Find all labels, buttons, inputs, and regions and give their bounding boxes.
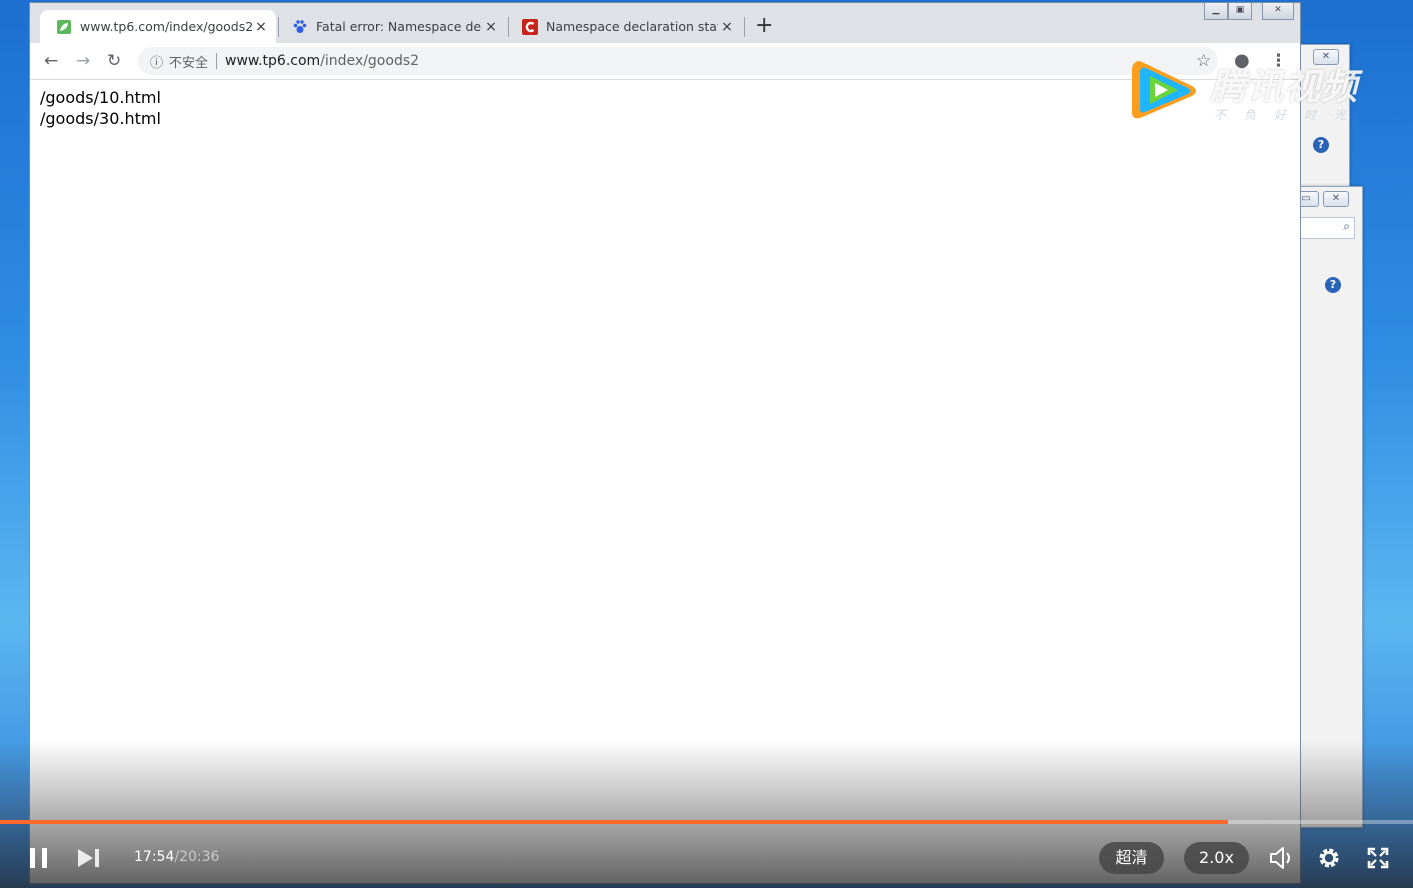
- slogan-text: 不负好时光: [1214, 108, 1365, 122]
- security-label: 不安全: [169, 55, 209, 71]
- current-time: 17:54: [134, 849, 175, 865]
- tab-namespace[interactable]: Namespace declaration statem ×: [506, 10, 742, 43]
- new-tab-button[interactable]: +: [755, 13, 773, 39]
- close-icon[interactable]: ✕: [1323, 191, 1349, 207]
- text-line: /goods/30.html: [40, 109, 161, 128]
- duration: /20:36: [174, 849, 220, 865]
- close-icon[interactable]: ×: [482, 19, 500, 35]
- close-window-button[interactable]: ✕: [1262, 3, 1294, 20]
- fullscreen-icon[interactable]: [1366, 846, 1390, 870]
- help-icon[interactable]: ?: [1325, 277, 1341, 293]
- forward-icon[interactable]: →: [76, 51, 90, 71]
- volume-icon[interactable]: [1268, 845, 1296, 871]
- pause-icon[interactable]: [28, 846, 50, 870]
- close-icon[interactable]: ×: [252, 19, 270, 35]
- tab-fatal-error[interactable]: Fatal error: Namespace declara ×: [276, 10, 506, 43]
- maximize-button[interactable]: ▣: [1228, 3, 1252, 20]
- back-icon[interactable]: ←: [44, 51, 58, 71]
- time-display: 17:54/20:36: [134, 849, 219, 865]
- background-window-2: ▭ ✕ ⌕ ?: [1293, 186, 1363, 828]
- tab-title: Namespace declaration statem: [546, 19, 718, 34]
- url-path: /index/goods2: [320, 53, 420, 69]
- minimize-button[interactable]: ▁: [1204, 3, 1228, 20]
- c-logo-icon: [522, 18, 538, 35]
- progress-bar[interactable]: [0, 820, 1413, 824]
- toolbar: ← → ↻ ⓘ 不安全 www.tp6.com/index/goods2 ☆ ●…: [30, 43, 1300, 80]
- info-icon[interactable]: ⓘ: [150, 52, 163, 71]
- tab-title: www.tp6.com/index/goods2: [80, 19, 252, 34]
- brand-text: 腾讯视频: [1210, 67, 1359, 108]
- tab-goods2[interactable]: www.tp6.com/index/goods2 ×: [40, 10, 276, 43]
- tab-title: Fatal error: Namespace declara: [316, 19, 482, 34]
- page-content: /goods/10.html /goods/30.html: [40, 87, 161, 129]
- reload-icon[interactable]: ↻: [107, 51, 121, 71]
- close-icon[interactable]: ×: [718, 19, 736, 35]
- search-icon: ⌕: [1343, 219, 1350, 233]
- settings-icon[interactable]: [1316, 845, 1342, 871]
- speed-button[interactable]: 2.0x: [1184, 842, 1249, 874]
- text-line: /goods/10.html: [40, 88, 161, 107]
- search-field[interactable]: ⌕: [1299, 217, 1355, 239]
- tab-separator: [744, 17, 745, 37]
- leaf-icon: [57, 19, 71, 34]
- address-bar[interactable]: ⓘ 不安全 www.tp6.com/index/goods2: [138, 47, 1218, 75]
- tencent-video-watermark: 腾讯视频 不负好时光: [1128, 56, 1368, 126]
- tencent-video-logo-icon: [1132, 61, 1196, 119]
- progress-fill: [0, 820, 1228, 824]
- quality-button[interactable]: 超清: [1099, 842, 1164, 874]
- paw-icon: [293, 19, 307, 33]
- divider: [216, 53, 218, 69]
- next-icon[interactable]: [76, 846, 102, 870]
- url-host: www.tp6.com: [225, 53, 321, 69]
- help-icon[interactable]: ?: [1313, 137, 1329, 153]
- tab-strip: www.tp6.com/index/goods2 × Fatal error: …: [30, 3, 1300, 43]
